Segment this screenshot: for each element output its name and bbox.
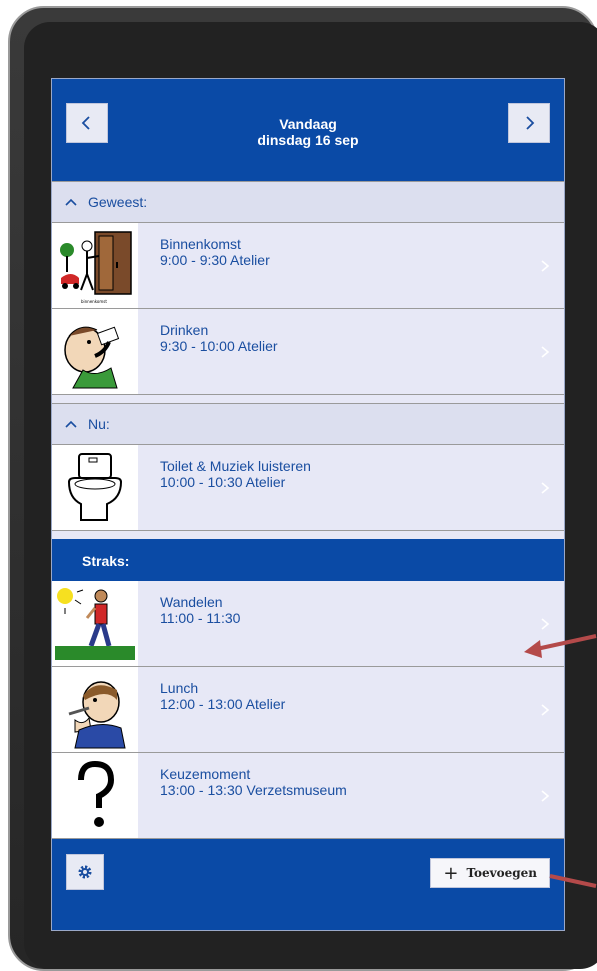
chevron-right-icon <box>541 346 550 358</box>
activity-text: Keuzemoment 13:00 - 13:30 Verzetsmuseum <box>138 753 347 838</box>
activity-title: Toilet & Muziek luisteren <box>160 458 311 474</box>
app-header: Vandaag dinsdag 16 sep <box>52 79 564 175</box>
section-gap <box>52 531 564 539</box>
chevron-right-icon <box>541 704 550 716</box>
activity-time: 9:30 - 10:00 Atelier <box>160 338 278 354</box>
activity-row[interactable]: Toilet & Muziek luisteren 10:00 - 10:30 … <box>52 445 564 531</box>
page-title-day: Vandaag <box>279 116 337 132</box>
chevron-up-icon <box>65 198 77 206</box>
activity-title: Wandelen <box>160 594 223 610</box>
entrance-picto-icon: binnenkomst <box>52 223 138 308</box>
next-day-button[interactable] <box>508 103 550 143</box>
activity-row[interactable]: binnenkomst Binnenkomst 9:00 - 9:30 Atel… <box>52 223 564 309</box>
activity-title: Drinken <box>160 322 209 338</box>
walking-picto-icon <box>52 581 138 666</box>
drinking-picto-icon <box>52 309 138 394</box>
settings-button[interactable] <box>66 854 104 890</box>
activity-text: Drinken 9:30 - 10:00 Atelier <box>138 309 278 394</box>
activity-time: 12:00 - 13:00 Atelier <box>160 696 286 712</box>
section-header-later[interactable]: Straks: <box>52 539 564 581</box>
page-title-date: dinsdag 16 sep <box>257 132 359 148</box>
chevron-left-icon <box>81 116 90 130</box>
entrance-picto-caption: binnenkomst <box>81 299 107 304</box>
activity-time: 13:00 - 13:30 Verzetsmuseum <box>160 782 347 798</box>
activity-row[interactable]: Keuzemoment 13:00 - 13:30 Verzetsmuseum <box>52 753 564 839</box>
activity-text: Binnenkomst 9:00 - 9:30 Atelier <box>138 223 270 308</box>
add-activity-button[interactable]: + Toevoegen <box>430 858 550 888</box>
section-label-past: Geweest: <box>88 194 148 210</box>
activity-time: 10:00 - 10:30 Atelier <box>160 474 286 490</box>
chevron-right-icon <box>541 260 550 272</box>
section-label-now: Nu: <box>88 416 110 432</box>
activity-row[interactable]: Wandelen 11:00 - 11:30 <box>52 581 564 667</box>
chevron-up-icon <box>65 420 77 428</box>
add-activity-label: Toevoegen <box>466 866 537 880</box>
plus-icon: + <box>443 862 459 884</box>
chevron-right-icon <box>541 790 550 802</box>
activity-list: Geweest: binnenkomst Binnenkomst 9:00 - … <box>52 181 564 839</box>
app-screen: Vandaag dinsdag 16 sep Geweest: binnenko… <box>51 78 565 931</box>
activity-text: Wandelen 11:00 - 11:30 <box>138 581 240 666</box>
annotation-arrow-icon <box>524 634 597 658</box>
chevron-right-icon <box>526 116 535 130</box>
activity-title: Lunch <box>160 680 199 696</box>
activity-text: Toilet & Muziek luisteren 10:00 - 10:30 … <box>138 445 311 530</box>
section-header-past[interactable]: Geweest: <box>52 181 564 223</box>
activity-title: Keuzemoment <box>160 766 251 782</box>
section-header-now[interactable]: Nu: <box>52 403 564 445</box>
activity-time: 11:00 - 11:30 <box>160 610 241 626</box>
app-footer: + Toevoegen <box>52 842 564 930</box>
section-label-later: Straks: <box>82 552 130 569</box>
question-picto-icon <box>52 753 138 838</box>
page-title: Vandaag dinsdag 16 sep <box>142 116 474 148</box>
activity-time: 9:00 - 9:30 Atelier <box>160 252 270 268</box>
toilet-picto-icon <box>52 445 138 530</box>
activity-text: Lunch 12:00 - 13:00 Atelier <box>138 667 285 752</box>
gear-icon <box>78 865 92 879</box>
activity-row[interactable]: Lunch 12:00 - 13:00 Atelier <box>52 667 564 753</box>
section-gap <box>52 395 564 403</box>
lunch-picto-icon <box>52 667 138 752</box>
chevron-right-icon <box>541 482 550 494</box>
previous-day-button[interactable] <box>66 103 108 143</box>
annotation-arrow-icon <box>549 874 597 888</box>
activity-row[interactable]: Drinken 9:30 - 10:00 Atelier <box>52 309 564 395</box>
activity-title: Binnenkomst <box>160 236 241 252</box>
